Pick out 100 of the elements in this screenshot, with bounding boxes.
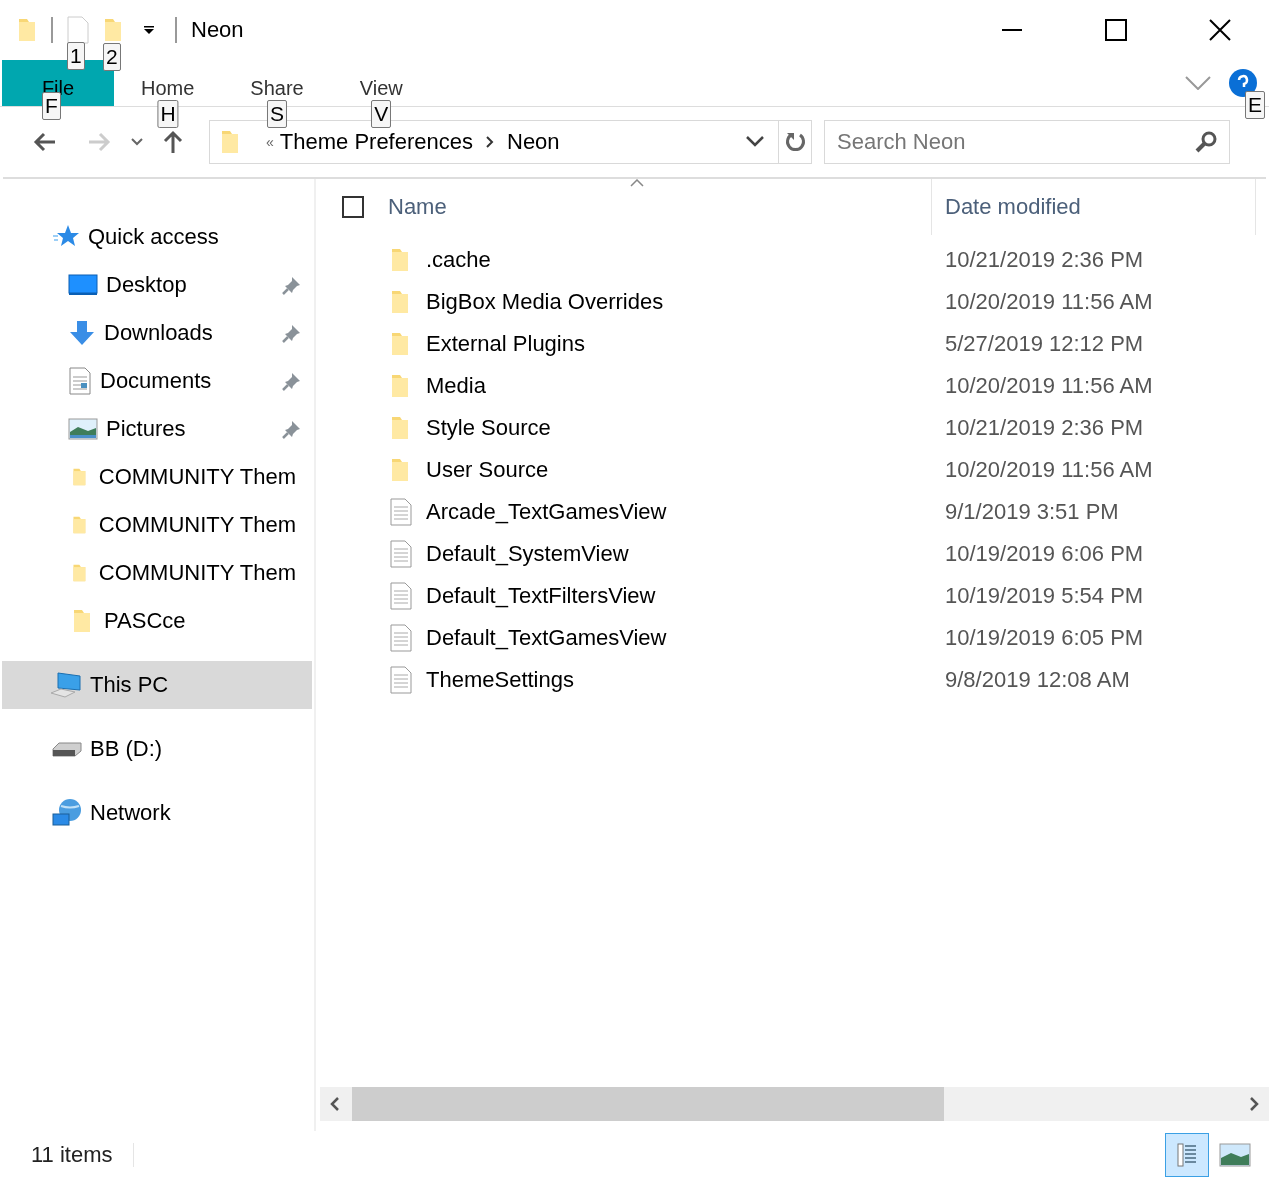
horizontal-scrollbar[interactable]	[320, 1087, 1269, 1121]
scroll-right-icon[interactable]	[1249, 1097, 1259, 1111]
folder-icon	[390, 457, 410, 483]
landscape-picture-icon	[1219, 1143, 1251, 1167]
computer-icon	[50, 671, 82, 699]
column-header[interactable]: Name	[388, 179, 932, 235]
window-title: Neon	[191, 17, 244, 43]
close-icon[interactable]	[1209, 19, 1231, 41]
sidebar-item[interactable]: Pictures	[0, 405, 312, 453]
network-globe-icon	[52, 798, 82, 828]
file-icon	[390, 624, 412, 652]
scroll-left-icon[interactable]	[330, 1097, 340, 1111]
folder-icon	[390, 289, 410, 315]
scrollbar-thumb[interactable]	[352, 1087, 944, 1121]
column-header[interactable]: Date modified	[932, 179, 1256, 235]
sidebar-item[interactable]: PASCce	[0, 597, 312, 645]
sidebar-item[interactable]: Desktop	[0, 261, 312, 309]
file-icon	[390, 666, 412, 694]
date-modified: 9/1/2019 3:51 PM	[945, 499, 1119, 525]
sidebar-label: This PC	[90, 672, 169, 698]
details-view-button[interactable]	[1165, 1133, 1209, 1177]
sidebar-label: Downloads	[104, 320, 213, 346]
sidebar-item[interactable]: Documents	[0, 357, 312, 405]
sidebar-label: COMMUNITY Them	[98, 560, 296, 586]
select-all-checkbox[interactable]	[342, 196, 364, 218]
sidebar-label: BB (D:)	[90, 736, 163, 762]
sidebar-label: Pictures	[106, 416, 186, 442]
keytip: V	[371, 100, 392, 128]
file-name[interactable]: Style Source	[426, 415, 945, 441]
address-bar[interactable]: « Theme Preferences Neon	[209, 120, 779, 164]
keytip: F	[42, 92, 61, 120]
breadcrumb[interactable]: Theme Preferences	[279, 129, 473, 155]
file-name[interactable]: BigBox Media Overrides	[426, 289, 945, 315]
sidebar-label: Network	[90, 800, 171, 826]
sidebar-item[interactable]: COMMUNITY Them	[0, 453, 312, 501]
sidebar-item[interactable]: BB (D:)	[0, 725, 312, 773]
file-name[interactable]: Default_TextFiltersView	[426, 583, 945, 609]
file-name[interactable]: Default_SystemView	[426, 541, 945, 567]
file-icon	[390, 498, 412, 526]
overflow-chevron[interactable]: «	[266, 134, 274, 150]
sidebar-item[interactable]: COMMUNITY Them	[0, 549, 312, 597]
file-icon	[390, 582, 412, 610]
date-modified: 10/19/2019 6:06 PM	[945, 541, 1144, 567]
date-modified: 10/19/2019 5:54 PM	[945, 583, 1144, 609]
file-name[interactable]: Arcade_TextGamesView	[426, 499, 945, 525]
sidebar-label: Quick access	[88, 224, 219, 250]
folder-icon	[72, 608, 92, 634]
folder-icon	[220, 129, 240, 155]
file-name[interactable]: Default_TextGamesView	[426, 625, 945, 651]
sidebar-label: Documents	[100, 368, 212, 394]
sidebar-label: COMMUNITY Them	[98, 464, 296, 490]
landscape-picture-icon	[68, 418, 98, 440]
breadcrumb[interactable]: Neon	[507, 129, 560, 155]
sort-caret-icon	[630, 179, 644, 187]
date-modified: 10/20/2019 11:56 AM	[945, 373, 1153, 399]
date-modified: 10/21/2019 2:36 PM	[945, 415, 1144, 441]
chevron-down-icon[interactable]	[746, 136, 764, 148]
sidebar-item[interactable]: COMMUNITY Them	[0, 501, 312, 549]
sidebar-item[interactable]: Quick access	[0, 213, 312, 261]
folder-icon	[390, 247, 410, 273]
file-name[interactable]: User Source	[426, 457, 945, 483]
date-modified: 9/8/2019 12:08 AM	[945, 667, 1130, 693]
download-arrow-icon	[68, 320, 96, 346]
back-arrow-icon[interactable]	[33, 132, 57, 152]
folder-icon	[390, 415, 410, 441]
maximize-icon[interactable]	[1105, 19, 1127, 41]
file-icon	[390, 540, 412, 568]
date-modified: 10/21/2019 2:36 PM	[945, 247, 1144, 273]
sidebar-item[interactable]: Network	[0, 789, 312, 837]
keytip: E	[1245, 91, 1265, 119]
keytip: 1	[67, 42, 85, 70]
item-count: 11 items	[31, 1142, 113, 1168]
drive-icon	[52, 741, 82, 757]
file-name[interactable]: .cache	[426, 247, 945, 273]
document-icon	[68, 367, 92, 395]
monitor-icon	[68, 274, 98, 296]
search-field[interactable]: Search Neon	[824, 120, 1230, 164]
search-icon	[1194, 130, 1218, 154]
sidebar-item[interactable]: Downloads	[0, 309, 312, 357]
refresh-button[interactable]	[778, 120, 812, 164]
date-modified: 10/20/2019 11:56 AM	[945, 289, 1153, 315]
sidebar-item[interactable]: This PC	[2, 661, 312, 709]
refresh-icon	[784, 131, 806, 153]
dropdown-icon[interactable]	[143, 25, 155, 35]
folder-icon	[390, 373, 410, 399]
folder-icon	[390, 331, 410, 357]
sidebar-label: PASCce	[104, 608, 186, 634]
chevron-right-icon[interactable]	[485, 135, 495, 149]
chevron-down-icon[interactable]	[131, 138, 143, 146]
up-arrow-icon[interactable]	[163, 130, 183, 154]
new-file-icon[interactable]	[67, 16, 89, 44]
file-name[interactable]: Media	[426, 373, 945, 399]
file-name[interactable]: ThemeSettings	[426, 667, 945, 693]
sidebar-label: COMMUNITY Them	[98, 512, 296, 538]
date-modified: 10/20/2019 11:56 AM	[945, 457, 1153, 483]
keytip: 2	[103, 43, 121, 71]
date-modified: 10/19/2019 6:05 PM	[945, 625, 1144, 651]
file-name[interactable]: External Plugins	[426, 331, 945, 357]
keytip: S	[267, 100, 288, 128]
sidebar-label: Desktop	[106, 272, 187, 298]
